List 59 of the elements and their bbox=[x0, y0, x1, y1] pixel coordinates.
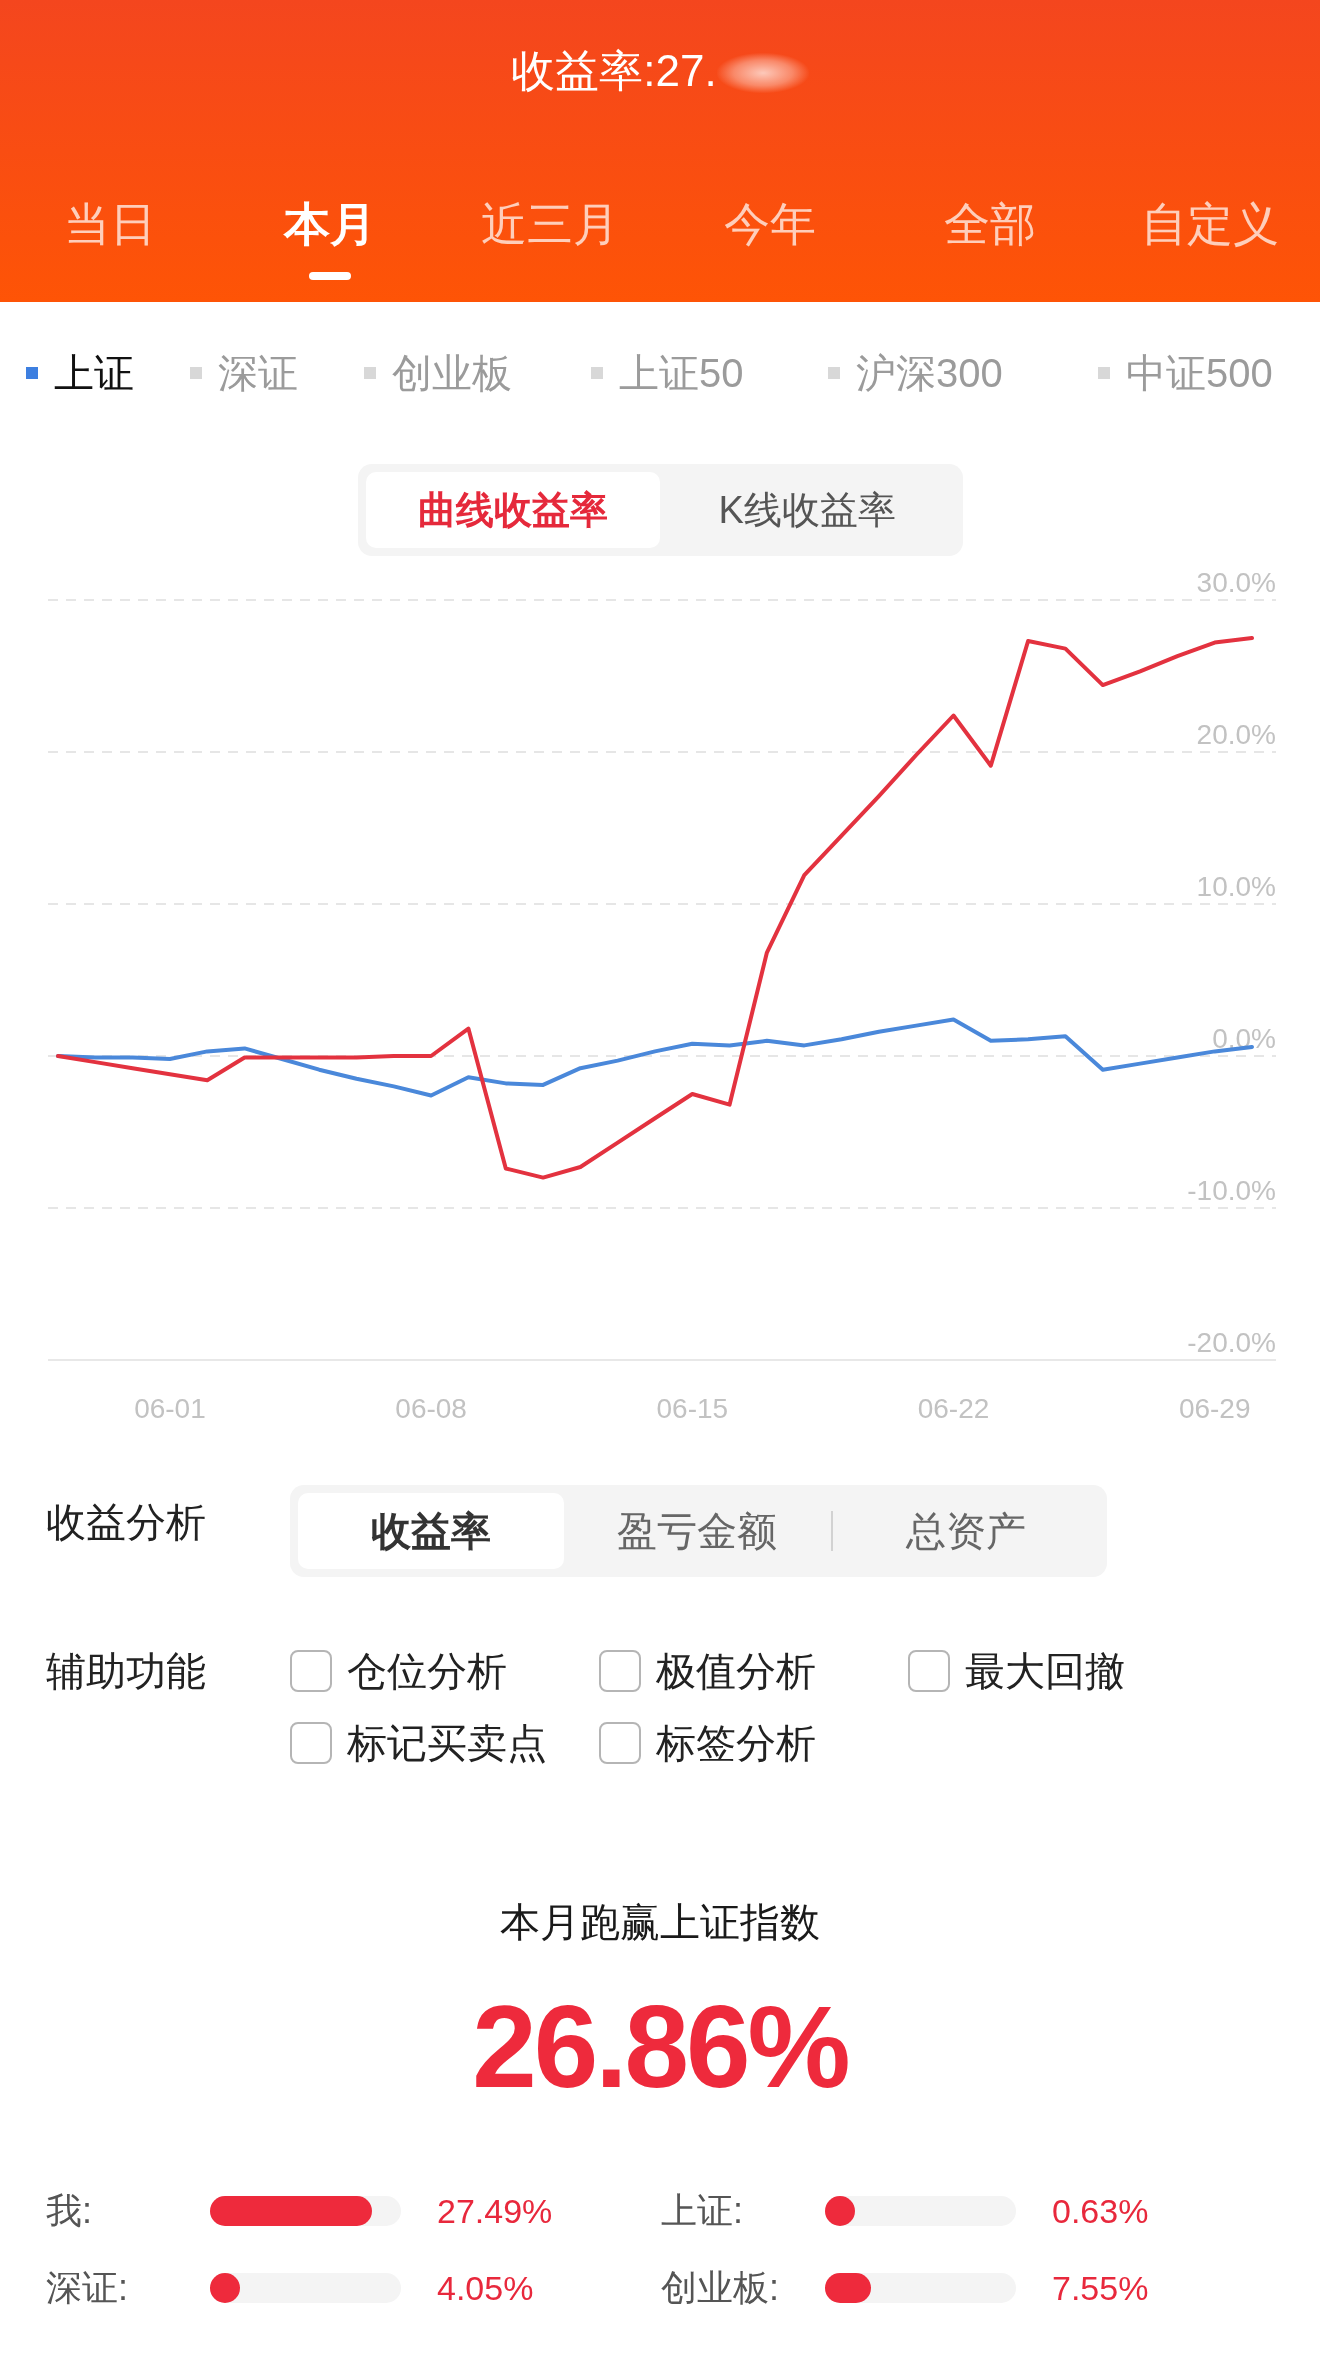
y-axis-label: 20.0% bbox=[1196, 719, 1276, 750]
square-marker-icon bbox=[364, 367, 376, 379]
x-axis-label: 06-29 bbox=[1178, 1393, 1251, 1424]
y-axis-label: -10.0% bbox=[1187, 1175, 1276, 1206]
comparison-value: 0.63% bbox=[1052, 2191, 1149, 2231]
y-axis-label: 0.0% bbox=[1212, 1023, 1276, 1054]
section-label: 收益分析 bbox=[46, 1499, 206, 1546]
option-label[interactable]: 最大回撤 bbox=[965, 1641, 1125, 1701]
x-axis-label: 06-08 bbox=[395, 1393, 467, 1424]
option-label[interactable]: 极值分析 bbox=[656, 1641, 816, 1701]
section-label: 辅助功能 bbox=[46, 1648, 206, 1695]
summary-title: 本月跑赢上证指数 bbox=[500, 1899, 820, 1946]
index-option[interactable]: 中证500 bbox=[1098, 342, 1273, 404]
square-marker-icon bbox=[828, 367, 840, 379]
x-axis-label: 06-15 bbox=[656, 1393, 729, 1424]
analysis-tab[interactable]: 盈亏金额 bbox=[564, 1493, 831, 1569]
index-option[interactable]: 上证 bbox=[26, 342, 134, 404]
period-tab[interactable]: 今年 bbox=[718, 194, 822, 254]
return-rate-title: 收益率:27. bbox=[511, 45, 717, 97]
square-marker-icon bbox=[190, 367, 202, 379]
index-option[interactable]: 上证50 bbox=[591, 342, 744, 404]
comparison-label: 创业板: bbox=[661, 2265, 779, 2310]
option-label[interactable]: 标签分析 bbox=[656, 1713, 816, 1773]
comparison-label: 我: bbox=[46, 2188, 92, 2233]
checkbox[interactable] bbox=[599, 1722, 641, 1764]
comparison-label: 深证: bbox=[46, 2265, 128, 2310]
analysis-tab[interactable]: 总资产 bbox=[832, 1493, 1099, 1569]
comparison-label: 上证: bbox=[661, 2188, 743, 2233]
x-axis-label: 06-01 bbox=[134, 1393, 206, 1424]
period-tab[interactable]: 自定义 bbox=[1135, 194, 1285, 254]
index-option[interactable]: 深证 bbox=[190, 342, 298, 404]
y-axis-label: 30.0% bbox=[1196, 567, 1276, 598]
analysis-tab[interactable]: 收益率 bbox=[298, 1493, 565, 1569]
x-axis-label: 06-22 bbox=[917, 1393, 990, 1424]
period-tab[interactable]: 近三月 bbox=[475, 194, 625, 254]
tab-indicator bbox=[309, 272, 351, 280]
chart-mode-tab[interactable]: 曲线收益率 bbox=[365, 472, 660, 548]
checkbox[interactable] bbox=[908, 1650, 950, 1692]
y-axis-label: 10.0% bbox=[1196, 871, 1276, 902]
chart-mode-tab[interactable]: K线收益率 bbox=[660, 472, 955, 548]
y-axis-label: -20.0% bbox=[1187, 1327, 1276, 1358]
square-marker-icon bbox=[1098, 367, 1110, 379]
outperformance-value: 26.86% bbox=[472, 1982, 848, 2112]
square-marker-icon bbox=[591, 367, 603, 379]
index-option[interactable]: 沪深300 bbox=[828, 342, 1003, 404]
square-marker-icon bbox=[26, 367, 38, 379]
period-tab[interactable]: 全部 bbox=[938, 194, 1042, 254]
option-label[interactable]: 仓位分析 bbox=[347, 1641, 507, 1701]
comparison-value: 4.05% bbox=[437, 2268, 534, 2308]
option-label[interactable]: 标记买卖点 bbox=[347, 1713, 547, 1773]
checkbox[interactable] bbox=[290, 1650, 332, 1692]
comparison-value: 27.49% bbox=[437, 2191, 553, 2231]
index-option[interactable]: 创业板 bbox=[364, 342, 512, 404]
checkbox[interactable] bbox=[290, 1722, 332, 1764]
segment-divider bbox=[830, 1511, 833, 1551]
period-tab[interactable]: 本月 bbox=[278, 194, 382, 280]
comparison-value: 7.55% bbox=[1052, 2268, 1149, 2308]
period-tab[interactable]: 当日 bbox=[58, 194, 162, 254]
checkbox[interactable] bbox=[599, 1650, 641, 1692]
